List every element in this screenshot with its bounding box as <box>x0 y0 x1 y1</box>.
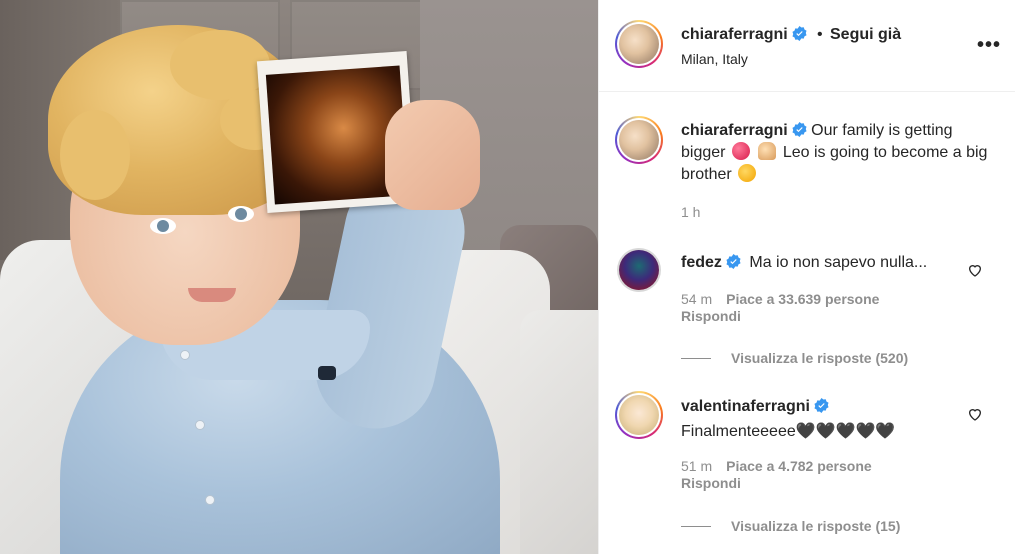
comment-body: Ma io non sapevo nulla... <box>749 254 928 271</box>
photo-shirt-logo <box>318 366 336 380</box>
post-photo[interactable] <box>0 0 598 554</box>
comment-like-icon[interactable] <box>967 406 983 422</box>
photo-shirt-button <box>195 420 205 430</box>
heart-sparkle-emoji <box>731 142 750 160</box>
follow-button[interactable]: Segui già <box>830 26 901 44</box>
verified-icon <box>792 122 807 137</box>
comment-text-1: fedez Ma io non sapevo nulla... <box>681 254 927 272</box>
photo-hair-curl <box>60 110 130 200</box>
replies-divider <box>681 357 711 359</box>
verified-icon <box>792 26 807 41</box>
praying-hands-emoji <box>758 142 777 160</box>
author-username[interactable]: chiaraferragni <box>681 26 807 44</box>
post-time[interactable]: 1 h <box>681 204 700 220</box>
photo-mouth <box>188 288 236 302</box>
comment-body: Finalmenteeeee🖤🖤🖤🖤🖤 <box>681 423 896 440</box>
view-replies-label: Visualizza le risposte (520) <box>731 350 909 366</box>
caption-text-part2: Leo is going to become a big brother <box>681 144 988 183</box>
more-options-icon[interactable]: ••• <box>977 34 1001 57</box>
post-caption: chiaraferragni Our family is getting big… <box>681 120 991 186</box>
photo-eye <box>228 206 254 222</box>
comment-avatar-valentina[interactable] <box>615 391 663 439</box>
photo-hand <box>385 100 480 210</box>
view-replies-label: Visualizza le risposte (15) <box>731 518 901 534</box>
caption-username[interactable]: chiaraferragni <box>681 122 788 139</box>
verified-icon <box>726 254 741 269</box>
view-replies-button[interactable]: Visualizza le risposte (15) <box>681 518 900 534</box>
view-replies-button[interactable]: Visualizza le risposte (520) <box>681 350 908 366</box>
comment-meta-2: 51 m Piace a 4.782 persone <box>681 458 872 474</box>
photo-shirt-button <box>205 495 215 505</box>
verified-icon <box>814 398 829 413</box>
photo-shirt-button <box>180 350 190 360</box>
caption-avatar[interactable] <box>615 116 663 164</box>
comment-username[interactable]: valentinaferragni <box>681 398 810 415</box>
author-avatar[interactable] <box>615 20 663 68</box>
post-location[interactable]: Milan, Italy <box>681 51 748 67</box>
comment-text-2: valentinaferragni <box>681 398 829 416</box>
comment-like-icon[interactable] <box>967 262 983 278</box>
reply-button[interactable]: Rispondi <box>681 475 741 491</box>
comment-time[interactable]: 54 m <box>681 291 712 307</box>
comment-likes[interactable]: Piace a 4.782 persone <box>726 458 872 474</box>
comment-time[interactable]: 51 m <box>681 458 712 474</box>
comment-avatar-fedez[interactable] <box>617 248 661 292</box>
replies-divider <box>681 525 711 527</box>
comment-likes[interactable]: Piace a 33.639 persone <box>726 291 879 307</box>
post-header: chiaraferragni • Segui già Milan, Italy … <box>599 0 1015 92</box>
comment-meta-1: 54 m Piace a 33.639 persone <box>681 291 879 307</box>
photo-eye <box>150 218 176 234</box>
star-eyes-emoji <box>738 164 757 182</box>
reply-button[interactable]: Rispondi <box>681 308 741 324</box>
post-sidebar: chiaraferragni • Segui già Milan, Italy … <box>598 0 1015 554</box>
comment-username[interactable]: fedez <box>681 254 722 271</box>
follow-separator: • <box>817 26 823 43</box>
photo-pillow <box>520 310 598 554</box>
